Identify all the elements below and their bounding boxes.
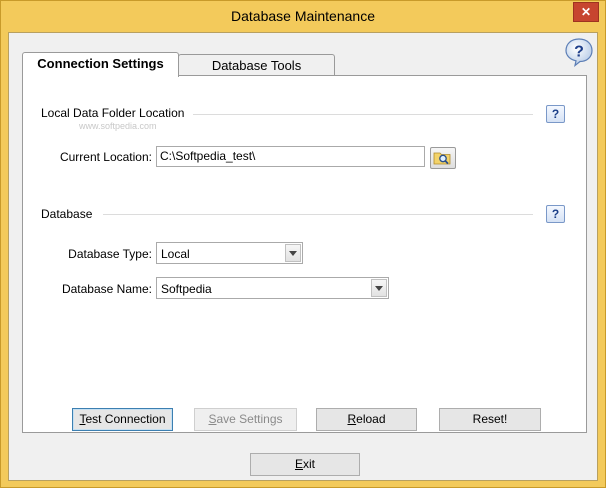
current-location-label: Current Location: — [59, 150, 152, 164]
database-help-button[interactable]: ? — [546, 205, 565, 223]
connection-settings-panel: Local Data Folder Location ? www.softped… — [22, 75, 587, 433]
help-icon: ? — [551, 107, 560, 121]
accelerator-key: E — [294, 457, 303, 471]
database-section-label: Database — [41, 207, 93, 221]
database-type-select[interactable]: Local — [156, 242, 303, 264]
chevron-down-icon[interactable] — [371, 279, 387, 297]
button-label: est Connection — [85, 412, 166, 426]
tab-connection-settings[interactable]: Connection Settings — [22, 52, 179, 77]
database-name-value: Softpedia — [161, 282, 212, 296]
window-title: Database Maintenance — [231, 8, 375, 24]
accelerator-key: R — [347, 412, 357, 426]
browse-folder-button[interactable] — [430, 147, 456, 169]
help-icon: ? — [551, 207, 560, 221]
save-settings-button[interactable]: Save Settings — [194, 408, 297, 431]
title-bar[interactable]: Database Maintenance ✕ — [1, 1, 605, 32]
folder-search-icon — [433, 152, 451, 165]
reload-button[interactable]: Reload — [316, 408, 417, 431]
watermark: www.softpedia.com — [79, 121, 157, 131]
database-type-label: Database Type: — [68, 247, 152, 261]
local-data-folder-section-label: Local Data Folder Location — [41, 106, 185, 120]
help-bubble-icon[interactable]: ? — [564, 37, 594, 67]
button-label: eload — [356, 412, 386, 426]
button-label: xit — [303, 457, 315, 471]
close-button[interactable]: ✕ — [573, 2, 599, 22]
section-divider — [103, 214, 533, 215]
close-icon: ✕ — [580, 5, 592, 19]
client-area: ? Connection Settings Database Tools Loc… — [8, 32, 598, 481]
current-location-input[interactable]: C:\Softpedia_test\ — [156, 146, 425, 167]
button-label: ave Settings — [216, 412, 283, 426]
section-divider — [193, 114, 533, 115]
reset-button[interactable]: Reset! — [439, 408, 541, 431]
local-folder-help-button[interactable]: ? — [546, 105, 565, 123]
test-connection-button[interactable]: Test Connection — [72, 408, 173, 431]
database-name-select[interactable]: Softpedia — [156, 277, 389, 299]
chevron-down-icon[interactable] — [285, 244, 301, 262]
exit-button[interactable]: Exit — [250, 453, 360, 476]
database-type-value: Local — [161, 247, 190, 261]
database-name-label: Database Name: — [61, 282, 152, 296]
help-bubble-glyph: ? — [574, 44, 584, 61]
database-maintenance-window: Database Maintenance ✕ ? Connection Sett… — [0, 0, 606, 488]
